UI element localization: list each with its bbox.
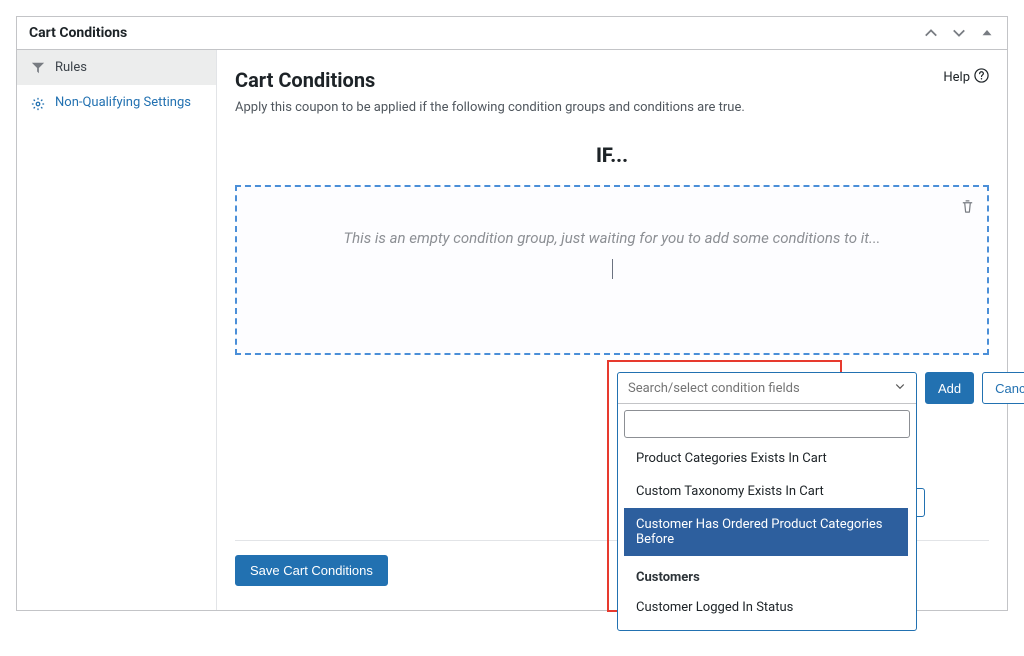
main-header: Cart Conditions Help xyxy=(235,68,989,92)
condition-select[interactable]: Search/select condition fields Product C… xyxy=(617,372,917,631)
expand-icon[interactable] xyxy=(951,25,967,41)
trash-icon[interactable] xyxy=(960,199,975,218)
save-button[interactable]: Save Cart Conditions xyxy=(235,555,388,586)
condition-search-input[interactable] xyxy=(624,410,910,438)
gear-icon xyxy=(31,97,45,111)
condition-option[interactable]: Product Categories Exists In Cart xyxy=(624,442,908,475)
sidebar-item-rules[interactable]: Rules xyxy=(17,50,216,85)
condition-select-head[interactable]: Search/select condition fields xyxy=(618,373,916,403)
condition-option-list[interactable]: Product Categories Exists In CartCustom … xyxy=(624,442,910,630)
filter-icon xyxy=(31,61,45,75)
condition-option-group: Customers xyxy=(624,556,908,591)
add-button[interactable]: Add xyxy=(925,372,974,404)
condition-select-body: Product Categories Exists In CartCustom … xyxy=(618,403,916,630)
cart-conditions-panel: Cart Conditions Rules xyxy=(16,16,1008,611)
condition-option[interactable]: Customer Logged In Status xyxy=(624,591,908,624)
sidebar-item-label: Non-Qualifying Settings xyxy=(55,95,191,110)
condition-option[interactable]: Custom Taxonomy Exists In Cart xyxy=(624,475,908,508)
if-label: IF... xyxy=(235,143,989,167)
panel-controls xyxy=(923,25,995,41)
collapse-icon[interactable] xyxy=(923,25,939,41)
toggle-up-icon[interactable] xyxy=(979,25,995,41)
condition-group: This is an empty condition group, just w… xyxy=(235,185,989,355)
help-icon xyxy=(974,68,989,87)
condition-select-placeholder: Search/select condition fields xyxy=(628,381,800,396)
help-link[interactable]: Help xyxy=(943,68,989,87)
chevron-down-icon xyxy=(894,380,906,396)
sidebar: Rules Non-Qualifying Settings xyxy=(17,50,217,610)
sidebar-item-label: Rules xyxy=(55,60,87,75)
condition-option[interactable]: Customer Has Ordered Product Categories … xyxy=(624,508,908,556)
panel-title: Cart Conditions xyxy=(29,25,127,41)
main-description: Apply this coupon to be applied if the f… xyxy=(235,100,989,115)
help-label: Help xyxy=(943,70,970,85)
cancel-button[interactable]: Cancel xyxy=(982,372,1024,404)
main-area: Cart Conditions Help Apply this coupon t… xyxy=(217,50,1007,610)
panel-body: Rules Non-Qualifying Settings Cart Condi… xyxy=(17,50,1007,610)
main-title: Cart Conditions xyxy=(235,68,375,92)
connector-line xyxy=(612,259,613,279)
condition-select-row: Search/select condition fields Product C… xyxy=(617,372,1024,631)
sidebar-item-non-qualifying[interactable]: Non-Qualifying Settings xyxy=(17,85,216,121)
empty-group-text: This is an empty condition group, just w… xyxy=(257,229,967,247)
panel-header: Cart Conditions xyxy=(17,17,1007,50)
